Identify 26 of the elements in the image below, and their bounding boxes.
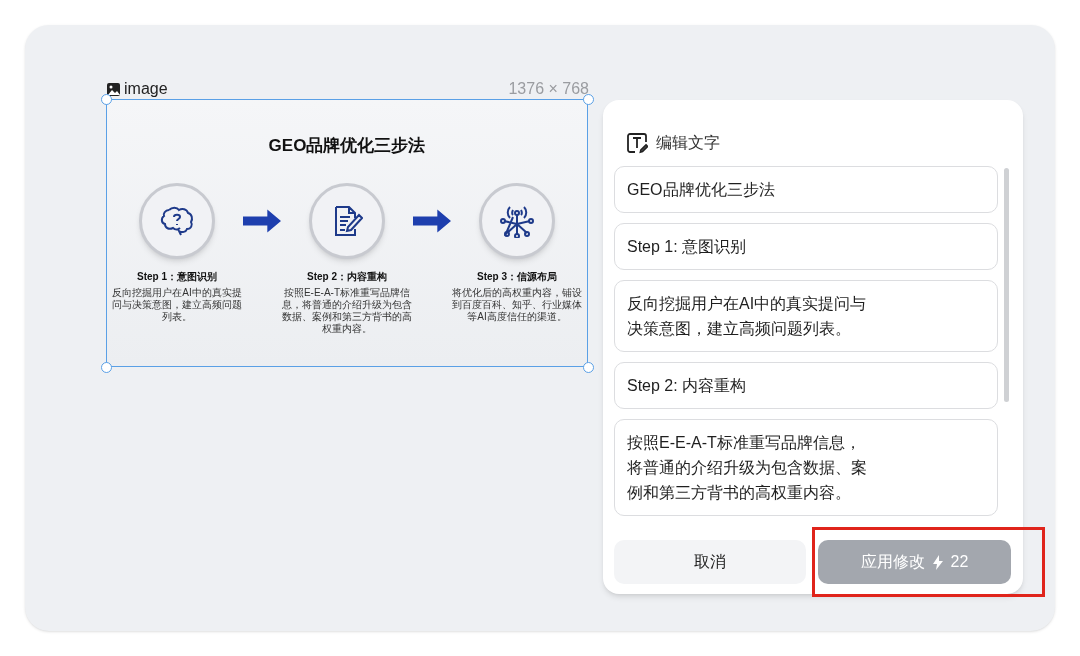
image-label: image	[124, 79, 168, 99]
step-description: 将优化后的高权重内容，铺设到百度百科、知乎、行业媒体等AI高度信任的渠道。	[452, 286, 582, 323]
step-description: 反向挖掘用户在AI中的真实提问与决策意图，建立高频问题列表。	[112, 286, 242, 323]
resize-handle[interactable]	[101, 94, 112, 105]
step-title: Step 2：内容重构	[307, 269, 387, 284]
text-field[interactable]: Step 2: 内容重构	[614, 362, 998, 409]
step-description: 按照E-E-A-T标准重写品牌信息，将普通的介绍升级为包含数据、案例和第三方背书的高权重内容。	[282, 286, 412, 335]
resize-handle[interactable]	[583, 94, 594, 105]
text-field[interactable]: 反向挖掘用户在AI中的真实提问与决策意图，建立高频问题列表。	[614, 280, 998, 352]
slide-image[interactable]: GEO品牌优化三步法 Step 1：意图识别 反向挖掘用户在AI中的真实提问与决策意图，建立高频问题列表。 Step 2：内容重构 按照E-E-A-T标准重写品牌信息，将普通的介绍升级为包含数据、案例和第三方背书的高权重内容。 Step 3：信源布局 将优化后的高权重内容，铺设到百度百科、知乎、行业媒体等AI高度信任的渠道。	[106, 99, 588, 367]
step-title: Step 1：意图识别	[137, 269, 217, 284]
antenna-network-icon	[499, 203, 535, 238]
text-field[interactable]: 按照E-E-A-T标准重写品牌信息，将普通的介绍升级为包含数据、案例和第三方背书的高权重内容。	[614, 419, 998, 516]
cancel-button[interactable]: 取消	[614, 540, 806, 584]
scrollbar[interactable]	[1004, 168, 1009, 402]
slide-title: GEO品牌优化三步法	[268, 135, 426, 157]
text-field[interactable]: Step 1: 意图识别	[614, 223, 998, 270]
brain-icon	[160, 205, 194, 236]
lightning-icon	[932, 554, 943, 570]
resize-handle[interactable]	[583, 362, 594, 373]
panel-title: 编辑文字	[656, 132, 720, 153]
step-title: Step 3：信源布局	[477, 269, 557, 284]
text-field[interactable]: GEO品牌优化三步法	[614, 166, 998, 213]
text-edit-icon	[626, 131, 648, 154]
image-size: 1376 × 768	[508, 79, 589, 99]
resize-handle[interactable]	[101, 362, 112, 373]
